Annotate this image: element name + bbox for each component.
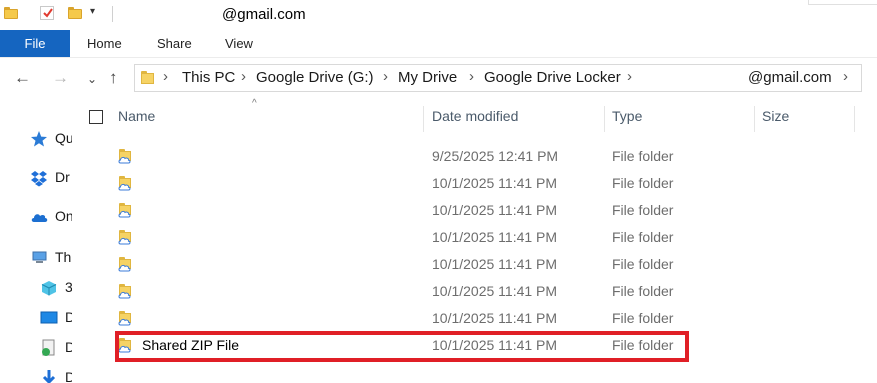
breadcrumb-drive-locker[interactable]: Google Drive Locker [484,69,621,86]
file-date-modified: 10/1/2025 11:41 PM [432,310,558,326]
forward-button[interactable]: → [52,68,69,88]
column-header-date-modified[interactable]: Date modified [432,108,518,132]
file-type: File folder [612,229,674,245]
file-date-modified: 10/1/2025 11:41 PM [432,229,558,245]
table-row[interactable]: 10/1/2025 11:41 PM File folder [114,224,854,251]
title-separator [112,6,113,22]
breadcrumb-my-drive[interactable]: My Drive [398,69,457,86]
file-type: File folder [612,175,674,191]
file-type: File folder [612,283,674,299]
address-folder-icon [140,71,155,86]
file-date-modified: 9/25/2025 12:41 PM [432,148,559,164]
star-icon [31,131,47,147]
window-title: @gmail.com [222,6,306,23]
google-drive-folder-icon [118,311,133,326]
file-date-modified: 10/1/2025 11:41 PM [432,337,558,353]
google-drive-folder-icon [118,149,133,164]
column-header-name[interactable]: Name [118,108,155,132]
column-header-type[interactable]: Type [612,108,642,132]
column-divider[interactable] [423,106,424,132]
column-divider[interactable] [604,106,605,132]
onedrive-cloud-icon [31,214,48,222]
chevron-right-icon[interactable]: › [383,68,388,85]
table-row[interactable]: 10/1/2025 11:41 PM File folder [114,197,854,224]
folder-icon[interactable] [4,7,18,19]
quick-access-dropdown-icon[interactable]: ▾ [90,6,95,17]
this-pc-icon [32,251,47,263]
up-button[interactable]: ↑ [109,68,118,88]
select-all-checkbox[interactable] [89,110,103,124]
dropbox-icon [31,171,47,187]
ribbon-bar [0,30,877,58]
table-row[interactable]: 10/1/2025 11:41 PM File folder [114,170,854,197]
chevron-right-icon[interactable]: › [163,68,168,85]
downloads-icon [42,370,56,383]
file-type: File folder [612,148,674,164]
column-divider[interactable] [854,106,855,132]
navigation-pane: Qu Dr On Th 3 D D D [0,100,72,383]
table-row[interactable]: 9/25/2025 12:41 PM File folder [114,143,854,170]
window-controls-edge [808,0,877,5]
chevron-right-icon[interactable]: › [843,68,848,85]
google-drive-folder-icon [118,257,133,272]
google-drive-folder-icon [118,203,133,218]
breadcrumb-google-drive[interactable]: Google Drive (G:) [256,69,374,86]
table-row[interactable]: 10/1/2025 11:41 PM File folder [114,278,854,305]
file-date-modified: 10/1/2025 11:41 PM [432,202,558,218]
google-drive-folder-icon [118,230,133,245]
back-button[interactable]: ← [14,68,31,88]
file-type: File folder [612,256,674,272]
table-row[interactable]: Shared ZIP File 10/1/2025 11:41 PM File fo… [114,332,854,359]
chevron-right-icon[interactable]: › [627,68,632,85]
chevron-right-icon[interactable]: › [241,68,246,85]
tab-home[interactable]: Home [87,30,122,57]
google-drive-folder-icon [118,338,133,353]
sort-ascending-icon: ^ [252,98,257,109]
chevron-right-icon[interactable]: › [469,68,474,85]
properties-check-icon[interactable] [40,6,54,20]
breadcrumb-account[interactable]: @gmail.com [748,69,832,86]
file-type: File folder [612,337,674,353]
desktop-icon [40,311,58,324]
google-drive-folder-icon [118,284,133,299]
title-bar: ▾ @gmail.com [0,0,877,30]
column-divider[interactable] [754,106,755,132]
tab-view[interactable]: View [225,30,253,57]
file-name: Shared ZIP File [142,337,240,353]
file-date-modified: 10/1/2025 11:41 PM [432,256,558,272]
tab-share[interactable]: Share [157,30,192,57]
file-date-modified: 10/1/2025 11:41 PM [432,283,558,299]
recent-locations-icon[interactable]: ⌄ [87,72,97,86]
new-folder-icon[interactable] [68,7,82,19]
file-type: File folder [612,202,674,218]
column-header-size[interactable]: Size [762,108,789,132]
file-type: File folder [612,310,674,326]
3d-objects-icon [41,281,57,296]
documents-icon [42,339,55,356]
tab-file[interactable]: File [0,30,70,57]
table-row[interactable]: 10/1/2025 11:41 PM File folder [114,251,854,278]
breadcrumb-this-pc[interactable]: This PC [182,69,235,86]
google-drive-folder-icon [118,176,133,191]
table-row[interactable]: 10/1/2025 11:41 PM File folder [114,305,854,332]
file-date-modified: 10/1/2025 11:41 PM [432,175,558,191]
